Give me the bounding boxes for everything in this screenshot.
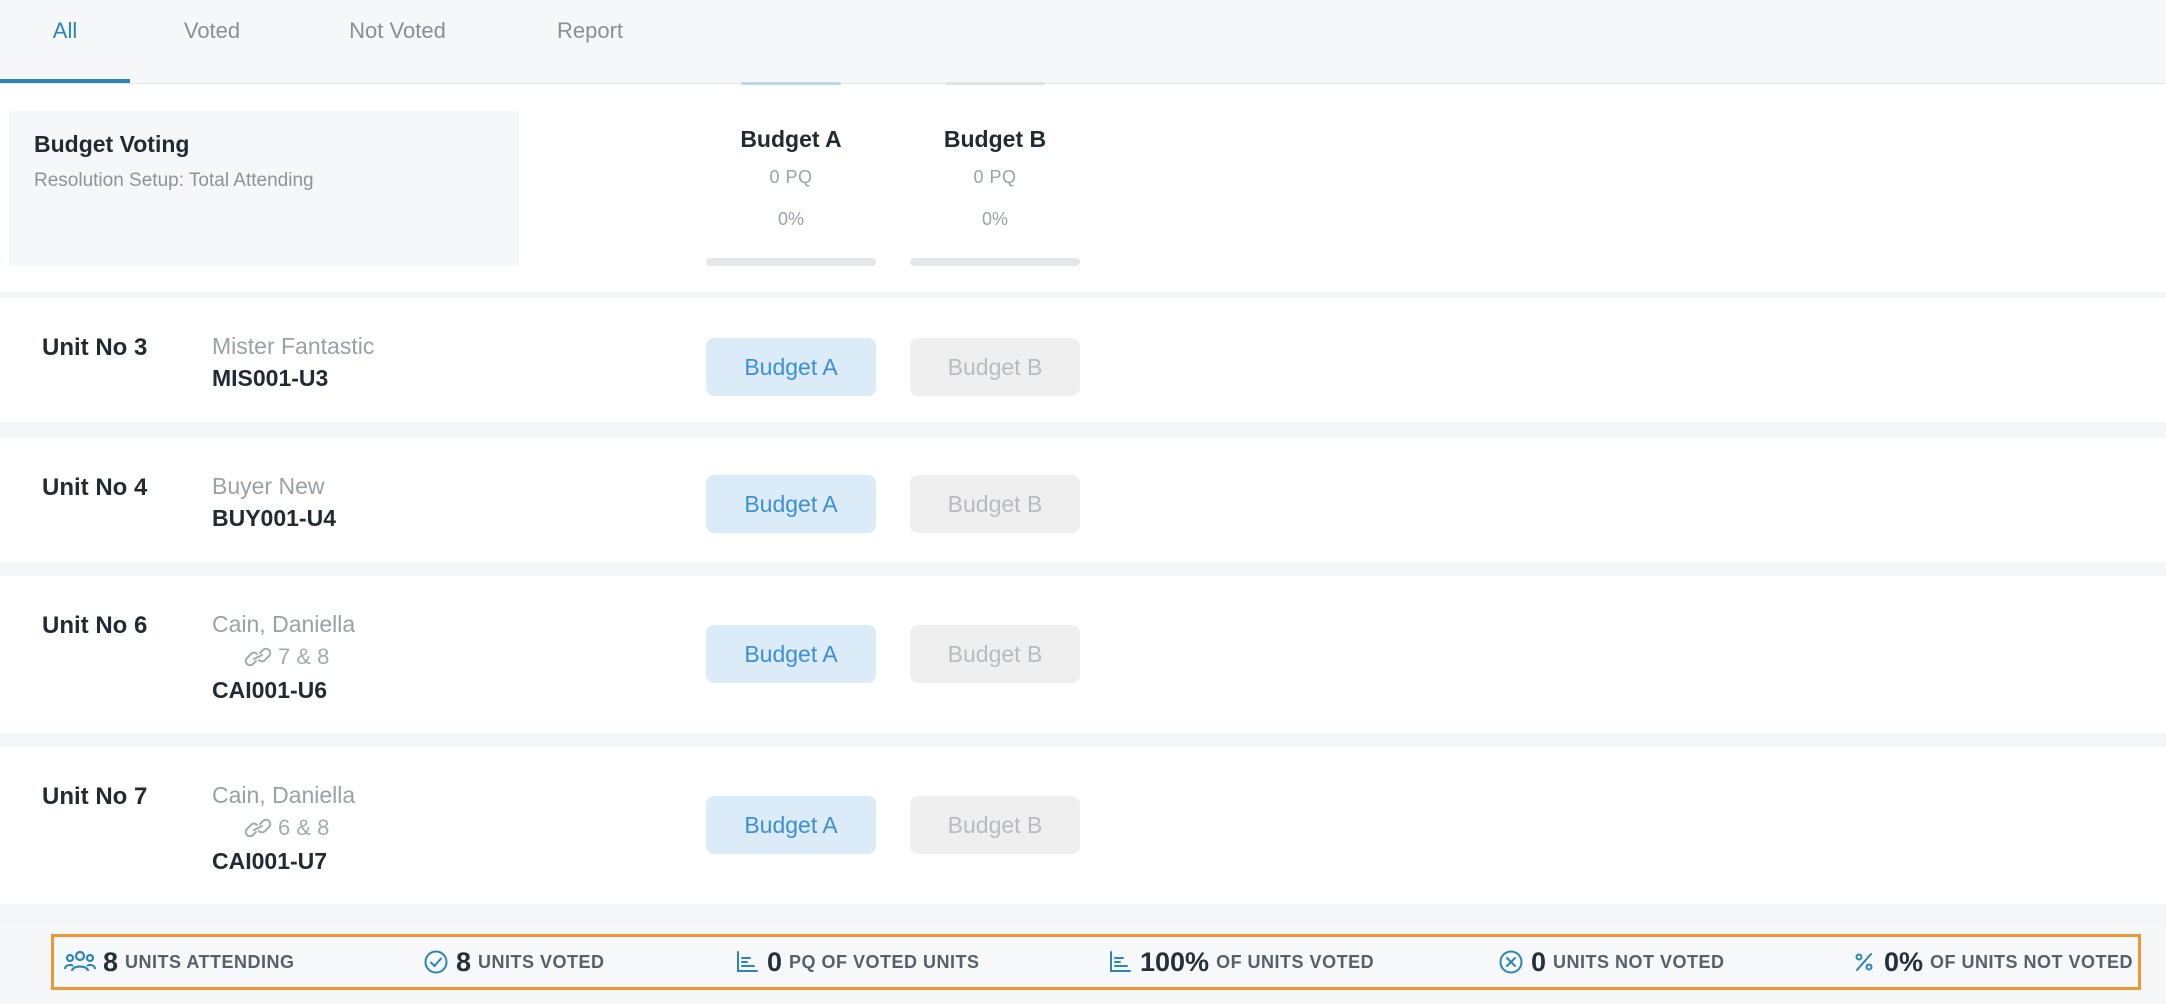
option-progress-bar bbox=[910, 258, 1080, 266]
unit-row: Unit No 4 Buyer New BUY001-U4 Budget A B… bbox=[0, 438, 2166, 562]
vote-budget-b-button[interactable]: Budget B bbox=[910, 338, 1080, 396]
vote-budget-b-button[interactable]: Budget B bbox=[910, 796, 1080, 854]
chart-icon bbox=[1110, 951, 1131, 972]
stat-label: OF UNITS NOT VOTED bbox=[1930, 951, 2134, 972]
vote-budget-a-button[interactable]: Budget A bbox=[706, 625, 876, 683]
tab-not-voted[interactable]: Not Voted bbox=[330, 0, 465, 83]
stat-label: PQ OF VOTED UNITS bbox=[789, 951, 980, 972]
option-pq: 0 PQ bbox=[769, 167, 813, 187]
link-icon bbox=[244, 818, 272, 838]
stat-units-attending: 8 UNITS ATTENDING bbox=[64, 937, 295, 987]
stat-label: OF UNITS VOTED bbox=[1216, 951, 1375, 972]
unit-row: Unit No 6 Cain, Daniella 7 & 8 CAI001-U6… bbox=[0, 576, 2166, 733]
stat-value: 8 bbox=[456, 946, 472, 977]
stat-pq-voted: 0 PQ OF VOTED UNITS bbox=[734, 937, 980, 987]
option-name: Budget B bbox=[943, 126, 1047, 152]
owner-name: Mister Fantastic bbox=[212, 333, 375, 359]
owner-name: Cain, Daniella bbox=[212, 611, 356, 637]
stat-value: 0 bbox=[767, 946, 783, 977]
users-icon bbox=[64, 950, 96, 972]
unit-label: Unit No 3 bbox=[42, 334, 148, 361]
vote-budget-a-button[interactable]: Budget A bbox=[706, 475, 876, 533]
resolution-subtitle: Resolution Setup: Total Attending bbox=[34, 170, 314, 191]
stat-units-voted: 8 UNITS VOTED bbox=[423, 937, 605, 987]
tab-bar: All Voted Not Voted Report bbox=[0, 0, 2166, 84]
unit-row: Unit No 7 Cain, Daniella 6 & 8 CAI001-U7… bbox=[0, 747, 2166, 904]
link-icon bbox=[244, 647, 272, 667]
stat-label: UNITS ATTENDING bbox=[125, 951, 295, 972]
owner-name: Cain, Daniella bbox=[212, 782, 356, 808]
vote-budget-b-button[interactable]: Budget B bbox=[910, 475, 1080, 533]
scroll-ghost bbox=[910, 78, 1080, 90]
vote-budget-b-button[interactable]: Budget B bbox=[910, 625, 1080, 683]
option-percent: 0% bbox=[777, 209, 804, 229]
option-name: Budget A bbox=[740, 126, 842, 152]
x-circle-icon bbox=[1499, 950, 1523, 974]
vote-budget-a-button[interactable]: Budget A bbox=[706, 338, 876, 396]
unit-label: Unit No 6 bbox=[42, 612, 148, 639]
scroll-ghost bbox=[706, 78, 876, 90]
unit-code: BUY001-U4 bbox=[212, 505, 336, 531]
option-progress-bar bbox=[706, 258, 876, 266]
unit-code: CAI001-U6 bbox=[212, 677, 328, 703]
linked-units-text: 6 & 8 bbox=[278, 815, 330, 840]
stat-value: 8 bbox=[103, 946, 119, 977]
owner-name: Buyer New bbox=[212, 473, 325, 499]
tab-all[interactable]: All bbox=[0, 0, 130, 83]
chart-icon bbox=[737, 951, 758, 972]
linked-units-text: 7 & 8 bbox=[278, 644, 330, 669]
stat-value: 100% bbox=[1140, 946, 1210, 977]
resolution-title: Budget Voting bbox=[34, 131, 190, 157]
stat-value: 0% bbox=[1884, 946, 1924, 977]
stat-label: UNITS VOTED bbox=[478, 951, 605, 972]
option-percent: 0% bbox=[981, 209, 1008, 229]
vote-budget-a-button[interactable]: Budget A bbox=[706, 796, 876, 854]
stat-label: UNITS NOT VOTED bbox=[1553, 951, 1725, 972]
stats-footer: 8 UNITS ATTENDING 8 UNITS VOTED 0 PQ OF … bbox=[51, 934, 2141, 990]
unit-code: CAI001-U7 bbox=[212, 848, 328, 874]
stat-percent-voted: 100% OF UNITS VOTED bbox=[1107, 937, 1374, 987]
tab-voted[interactable]: Voted bbox=[162, 0, 262, 83]
stat-percent-not-voted: 0% OF UNITS NOT VOTED bbox=[1851, 937, 2133, 987]
main-panel: Budget Voting Resolution Setup: Total At… bbox=[0, 82, 2166, 924]
resolution-header: Budget Voting Resolution Setup: Total At… bbox=[0, 82, 2166, 292]
unit-label: Unit No 7 bbox=[42, 783, 148, 810]
linked-units: 7 & 8 bbox=[244, 644, 329, 670]
unit-row: Unit No 3 Mister Fantastic MIS001-U3 Bud… bbox=[0, 298, 2166, 422]
unit-label: Unit No 4 bbox=[42, 474, 148, 501]
unit-code: MIS001-U3 bbox=[212, 365, 329, 391]
linked-units: 6 & 8 bbox=[244, 815, 329, 841]
check-circle-icon bbox=[424, 950, 448, 974]
option-pq: 0 PQ bbox=[973, 167, 1017, 187]
tab-report[interactable]: Report bbox=[540, 0, 640, 83]
percent-icon bbox=[1855, 953, 1873, 971]
stat-units-not-voted: 0 UNITS NOT VOTED bbox=[1498, 937, 1725, 987]
stat-value: 0 bbox=[1531, 946, 1547, 977]
